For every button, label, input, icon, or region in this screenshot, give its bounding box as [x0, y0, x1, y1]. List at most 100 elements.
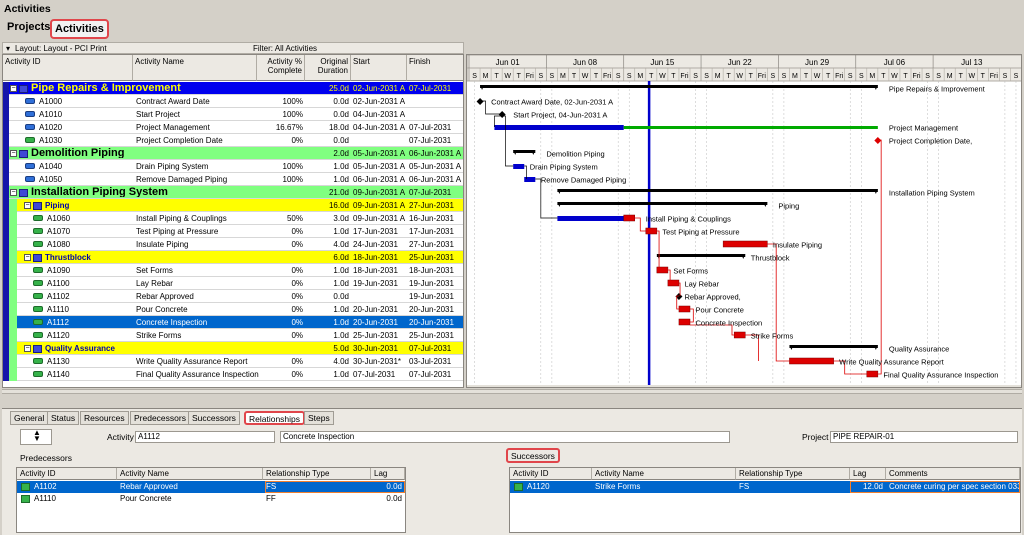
layout-bar[interactable]: ▾ Layout: Layout - PCI Print Filter: All… [2, 42, 464, 54]
detail-tab-predecessors[interactable]: Predecessors [130, 411, 190, 425]
activity-row[interactable]: A1010 Start Project 100% 0.0d 04-Jun-2031 A [3, 108, 463, 121]
row-level-strip [9, 316, 17, 329]
detail-tab-successors[interactable]: Successors [188, 411, 240, 425]
successors-col-id[interactable]: Activity ID [510, 468, 592, 480]
detail-tab-status[interactable]: Status [47, 411, 80, 425]
detail-tab-relationships[interactable]: Relationships [244, 411, 306, 425]
activity-row[interactable]: A1102 Rebar Approved 0% 0.0d 19-Jun-2031 [3, 290, 463, 303]
relationship-line [656, 230, 660, 271]
wbs-row[interactable]: − Demolition Piping 2.0d 05-Jun-2031 A 06-Ju… [3, 147, 463, 160]
predecessors-type[interactable]: FF [263, 493, 371, 505]
collapse-icon[interactable]: − [10, 85, 17, 92]
successors-col-lag[interactable]: Lag [850, 468, 886, 480]
activity-row[interactable]: A1120 Strike Forms 0% 1.0d 25-Jun-2031 25-Jun… [3, 329, 463, 342]
successors-col-type[interactable]: Relationship Type [736, 468, 850, 480]
day-label: T [517, 73, 522, 80]
wbs-finish: 06-Jun-2031 A [409, 149, 462, 158]
wbs-row[interactable]: − Thrustblock 6.0d 18-Jun-2031 25-Jun-2031 [3, 251, 463, 264]
row-level-strip [3, 134, 9, 147]
collapse-icon[interactable]: − [24, 254, 31, 261]
activity-name: Strike Forms [136, 331, 182, 340]
navigate-arrows[interactable]: ▲ ▼ [20, 429, 52, 445]
collapse-icon[interactable]: − [24, 202, 31, 209]
col-activity-name[interactable]: Activity Name [133, 55, 257, 81]
col-start[interactable]: Start [351, 55, 407, 81]
activity-row[interactable]: A1140 Final Quality Assurance Inspection 0… [3, 368, 463, 381]
collapse-icon[interactable]: − [10, 189, 17, 196]
activity-table: Activity ID Activity Name Activity % Com… [2, 54, 464, 388]
activity-start [353, 291, 407, 302]
activity-info-row: ▲ ▼ Activity A1112 Concrete Inspection Pr… [2, 427, 1022, 447]
activity-finish [409, 96, 463, 107]
activity-name-field[interactable]: Concrete Inspection [280, 431, 730, 443]
filter-label[interactable]: Filter: All Activities [253, 44, 317, 53]
completed-activity-icon [25, 176, 35, 182]
predecessors-table: Activity ID Activity Name Relationship Typ… [16, 467, 406, 533]
activity-row[interactable]: A1130 Write Quality Assurance Report 0% 4.0… [3, 355, 463, 368]
layout-label[interactable]: Layout: Layout - PCI Print [15, 44, 107, 53]
project-id-field[interactable]: PIPE REPAIR-01 [830, 431, 1018, 443]
activity-pct: 100% [282, 110, 303, 119]
day-label: S [472, 73, 477, 80]
gantt-label: Final Quality Assurance Inspection [883, 371, 998, 380]
wbs-row[interactable]: − Piping 16.0d 09-Jun-2031 A 27-Jun-2031 [3, 199, 463, 212]
successors-type[interactable]: FS [736, 481, 850, 493]
col-finish[interactable]: Finish [407, 55, 463, 81]
activity-id-field[interactable]: A1112 [135, 431, 275, 443]
day-label: T [494, 73, 499, 80]
activity-start [353, 135, 407, 146]
predecessors-col-type[interactable]: Relationship Type [263, 468, 371, 480]
predecessors-lag[interactable]: 0.0d [371, 493, 405, 505]
activity-row[interactable]: A1080 Insulate Piping 0% 4.0d 24-Jun-2031 27-… [3, 238, 463, 251]
tab-projects[interactable]: Projects [4, 19, 53, 35]
wbs-row[interactable]: − Installation Piping System 21.0d 09-Jun-2… [3, 186, 463, 199]
activity-start: 19-Jun-2031 [353, 279, 398, 288]
successors-row[interactable]: A1120 Strike Forms FS 12.0d Concrete curing … [510, 481, 1020, 493]
activity-row[interactable]: A1030 Project Completion Date 0% 0.0d 07-Jul… [3, 134, 463, 147]
wbs-icon [33, 345, 42, 353]
gantt-canvas[interactable]: Jun 01 Jun 08 Jun 15 Jun 22 Jun 29 Jul 06 Jul … [467, 55, 1022, 388]
activity-dur: 0.0d [333, 110, 349, 119]
activity-id: A1110 [47, 305, 69, 314]
activity-row[interactable]: A1070 Test Piping at Pressure 0% 1.0d 17-Jun… [3, 225, 463, 238]
gantt-label: Rebar Approved, [684, 293, 740, 302]
wbs-row[interactable]: − Pipe Repairs & Improvement 25.0d 02-Jun-2… [3, 82, 463, 95]
activity-name: Lay Rebar [136, 279, 173, 288]
wbs-finish: 07-Jul-2031 [409, 84, 452, 93]
predecessors-row[interactable]: A1110 Pour Concrete FF 0.0d [17, 493, 405, 505]
predecessors-row[interactable]: A1102 Rebar Approved FS 0.0d [17, 481, 405, 493]
activity-row[interactable]: A1100 Lay Rebar 0% 1.0d 19-Jun-2031 19-Jun-20… [3, 277, 463, 290]
collapse-icon[interactable]: − [10, 150, 17, 157]
col-percent-complete[interactable]: Activity % Complete [257, 55, 305, 81]
activity-row[interactable]: A1110 Pour Concrete 0% 1.0d 20-Jun-2031 20-Ju… [3, 303, 463, 316]
wbs-name: Thrustblock [45, 253, 91, 262]
detail-tab-steps[interactable]: Steps [304, 411, 334, 425]
activity-row[interactable]: A1020 Project Management 16.67% 18.0d 04-Jun… [3, 121, 463, 134]
activity-start: 17-Jun-2031 [353, 227, 398, 236]
col-original-duration[interactable]: Original Duration [305, 55, 351, 81]
tab-activities[interactable]: Activities [50, 19, 109, 39]
collapse-icon[interactable]: − [24, 345, 31, 352]
predecessors-col-lag[interactable]: Lag [371, 468, 405, 480]
detail-tab-resources[interactable]: Resources [80, 411, 129, 425]
successors-col-name[interactable]: Activity Name [592, 468, 736, 480]
activity-row[interactable]: A1112 Concrete Inspection 0% 1.0d 20-Jun-203… [3, 316, 463, 329]
activity-row[interactable]: A1090 Set Forms 0% 1.0d 18-Jun-2031 18-Jun-20… [3, 264, 463, 277]
wbs-row[interactable]: − Quality Assurance 5.0d 30-Jun-2031 07-Jul-… [3, 342, 463, 355]
predecessors-col-id[interactable]: Activity ID [17, 468, 117, 480]
gantt-label: Project Completion Date, [889, 137, 972, 146]
detail-tab-general[interactable]: General [10, 411, 49, 425]
successors-col-comment[interactable]: Comments [886, 468, 1020, 480]
layout-dropdown-icon[interactable]: ▾ [6, 44, 10, 53]
pane-splitter[interactable] [2, 389, 1022, 394]
activity-row[interactable]: A1040 Drain Piping System 100% 1.0d 05-Jun-2… [3, 160, 463, 173]
activity-row[interactable]: A1000 Contract Award Date 100% 0.0d 02-Jun-2… [3, 95, 463, 108]
activity-row[interactable]: A1060 Install Piping & Couplings 50% 3.0d 09… [3, 212, 463, 225]
day-label: S [538, 73, 543, 80]
gantt-chart[interactable]: Jun 01 Jun 08 Jun 15 Jun 22 Jun 29 Jul 06 Jul … [466, 54, 1022, 388]
activity-row[interactable]: A1050 Remove Damaged Piping 100% 1.0d 06-Jun… [3, 173, 463, 186]
activity-name: Pour Concrete [136, 305, 188, 314]
col-activity-id[interactable]: Activity ID [3, 55, 133, 81]
predecessors-col-name[interactable]: Activity Name [117, 468, 263, 480]
wbs-start: 30-Jun-2031 [353, 344, 398, 353]
